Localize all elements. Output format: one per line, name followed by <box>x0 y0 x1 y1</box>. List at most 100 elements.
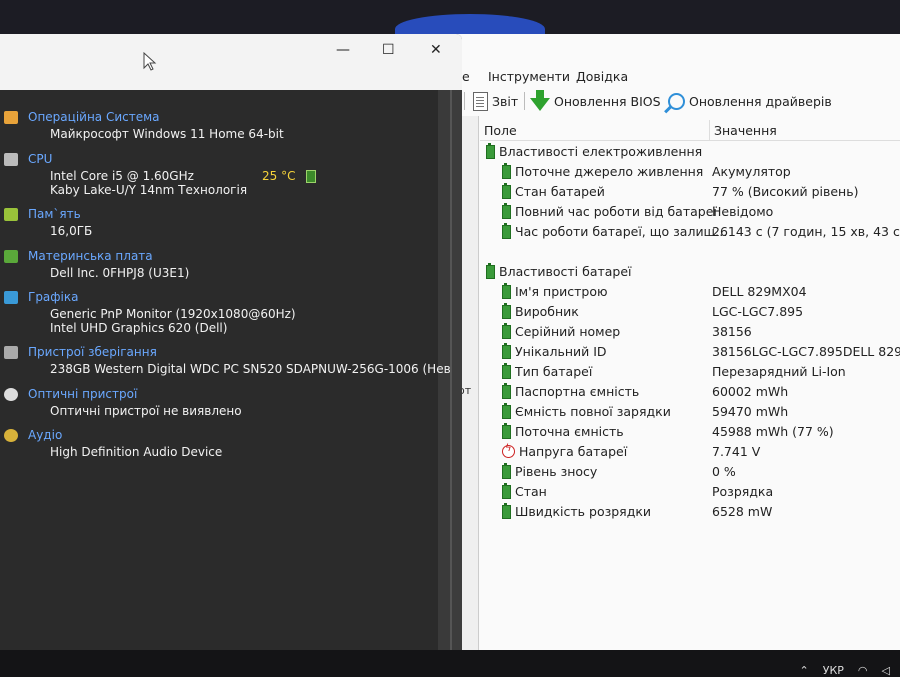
field-label: Рівень зносу <box>515 464 598 479</box>
driver-update-button[interactable]: Оновлення драйверів <box>668 90 832 112</box>
field-label: Ємність повної зарядки <box>515 404 671 419</box>
field-value: Розрядка <box>712 484 774 499</box>
field-value: 38156 <box>712 324 752 339</box>
table-row[interactable]: Напруга батареї 7.741 V <box>480 442 900 462</box>
field-value: LGC-LGC7.895 <box>712 304 804 319</box>
maximize-icon[interactable]: ☐ <box>382 42 395 58</box>
table-row[interactable]: Рівень зносу 0 % <box>480 462 900 482</box>
column-divider[interactable] <box>709 120 710 140</box>
chevron-up-icon[interactable]: ⌃ <box>800 664 809 677</box>
battery-icon <box>502 162 511 179</box>
table-row[interactable]: Повний час роботи від батареї Невідомо <box>480 202 900 222</box>
field-label: Унікальний ID <box>515 344 607 359</box>
field-value: 7.741 V <box>712 444 761 459</box>
language-indicator[interactable]: УКР <box>823 664 844 677</box>
system-tray: ⌃ УКР ◠ ◁ <box>800 664 890 677</box>
table-row[interactable]: Поточне джерело живлення Акумулятор <box>480 162 900 182</box>
close-icon[interactable]: ✕ <box>430 42 442 58</box>
menu-item-partial[interactable]: е <box>462 69 470 84</box>
field-value: 59470 mWh <box>712 404 789 419</box>
field-value: 26143 с (7 годин, 15 хв, 43 с) <box>712 224 900 239</box>
section-title[interactable]: Операційна Система <box>28 110 160 124</box>
search-icon <box>668 92 685 110</box>
report-button[interactable]: Звіт <box>473 90 518 112</box>
battery-icon <box>502 402 511 419</box>
table-row[interactable]: Серійний номер 38156 <box>480 322 900 342</box>
section-detail: 238GB Western Digital WDC PC SN520 SDAPN… <box>50 362 451 376</box>
column-header-field[interactable]: Поле <box>484 123 517 138</box>
bios-update-button[interactable]: Оновлення BIOS <box>530 90 661 112</box>
table-row[interactable]: Виробник LGC-LGC7.895 <box>480 302 900 322</box>
battery-icon <box>502 482 511 499</box>
field-label: Виробник <box>515 304 579 319</box>
field-value: 0 % <box>712 464 736 479</box>
details-table: Поле Значення Властивості електроживленн… <box>480 116 900 654</box>
menu-item-help[interactable]: Довідка <box>576 69 628 84</box>
section-title[interactable]: CPU <box>28 152 52 166</box>
section-detail: Intel Core i5 @ 1.60GHz <box>50 169 194 183</box>
section-detail: Dell Inc. 0FHPJ8 (U3E1) <box>50 266 190 280</box>
section-detail: Kaby Lake-U/Y 14nm Технологія <box>50 183 248 197</box>
section-title[interactable]: Пристрої зберігання <box>28 345 157 359</box>
field-value: 60002 mWh <box>712 384 789 399</box>
wifi-icon[interactable]: ◠ <box>858 664 868 677</box>
section-title[interactable]: Графіка <box>28 290 78 304</box>
temperature-icon <box>306 170 316 183</box>
section-title[interactable]: Пам`ять <box>28 207 81 221</box>
hardware-info-window: е Інструменти Довідка Звіт Оновлення BIO… <box>440 34 900 654</box>
column-header-value[interactable]: Значення <box>714 123 777 138</box>
field-label: Серійний номер <box>515 324 621 339</box>
storage-icon <box>4 346 18 359</box>
battery-icon <box>502 222 511 239</box>
cpu-temperature: 25 °C <box>262 169 296 183</box>
table-row[interactable]: Паспортна ємність 60002 mWh <box>480 382 900 402</box>
table-row[interactable]: Стан Розрядка <box>480 482 900 502</box>
toolbar: Звіт Оновлення BIOS Оновлення драйверів <box>440 88 900 114</box>
minimize-icon[interactable]: — <box>336 42 350 58</box>
field-label: Час роботи батареї, що залиш… <box>515 224 728 239</box>
table-row[interactable]: Швидкість розрядки 6528 mW <box>480 502 900 522</box>
section-detail: 16,0ГБ <box>50 224 93 238</box>
windows-icon <box>4 111 18 124</box>
field-label: Швидкість розрядки <box>515 504 652 519</box>
report-icon <box>473 91 488 111</box>
battery-icon <box>502 342 511 359</box>
field-label: Повний час роботи від батареї <box>515 204 717 219</box>
field-value: Акумулятор <box>712 164 791 179</box>
volume-icon[interactable]: ◁ <box>882 664 890 677</box>
section-detail: Generic PnP Monitor (1920x1080@60Hz) <box>50 307 296 321</box>
section-detail: High Definition Audio Device <box>50 445 223 459</box>
table-row[interactable]: Властивості батареї <box>480 262 900 282</box>
section-title[interactable]: Материнська плата <box>28 249 153 263</box>
battery-icon <box>502 302 511 319</box>
system-summary-window: — ☐ ✕ Операційна Система Майкрософт Windo… <box>0 34 462 650</box>
table-row[interactable]: Стан батарей 77 % (Високий рівень) <box>480 182 900 202</box>
field-label: Властивості електроживлення <box>499 144 703 159</box>
field-value: 45988 mWh (77 %) <box>712 424 834 439</box>
table-row[interactable]: Ємність повної зарядки 59470 mWh <box>480 402 900 422</box>
mouse-cursor-icon <box>143 52 157 71</box>
field-label: Ім'я пристрою <box>515 284 608 299</box>
table-row[interactable]: Поточна ємність 45988 mWh (77 %) <box>480 422 900 442</box>
menu-item-tools[interactable]: Інструменти <box>488 69 570 84</box>
table-header: Поле Значення <box>480 120 900 141</box>
table-row[interactable]: Час роботи батареї, що залиш… 26143 с (7 … <box>480 222 900 242</box>
cpu-icon <box>4 153 18 166</box>
section-detail: Майкрософт Windows 11 Home 64-bit <box>50 127 284 141</box>
field-value: 77 % (Високий рівень) <box>712 184 859 199</box>
field-label: Властивості батареї <box>499 264 632 279</box>
table-row[interactable]: Унікальний ID 38156LGC-LGC7.895DELL 829MX… <box>480 342 900 362</box>
field-value: 6528 mW <box>712 504 773 519</box>
table-row[interactable]: Тип батареї Перезарядний Li-Ion <box>480 362 900 382</box>
section-title[interactable]: Аудіо <box>28 428 62 442</box>
section-title[interactable]: Оптичні пристрої <box>28 387 137 401</box>
menu-bar: е Інструменти Довідка <box>440 64 900 86</box>
battery-icon <box>502 202 511 219</box>
table-row[interactable]: Властивості електроживлення <box>480 142 900 162</box>
battery-icon <box>502 182 511 199</box>
optical-disc-icon <box>4 388 18 401</box>
battery-icon <box>486 142 495 159</box>
table-row[interactable]: Ім'я пристрою DELL 829MX04 <box>480 282 900 302</box>
motherboard-icon <box>4 250 18 263</box>
field-label: Тип батареї <box>515 364 593 379</box>
